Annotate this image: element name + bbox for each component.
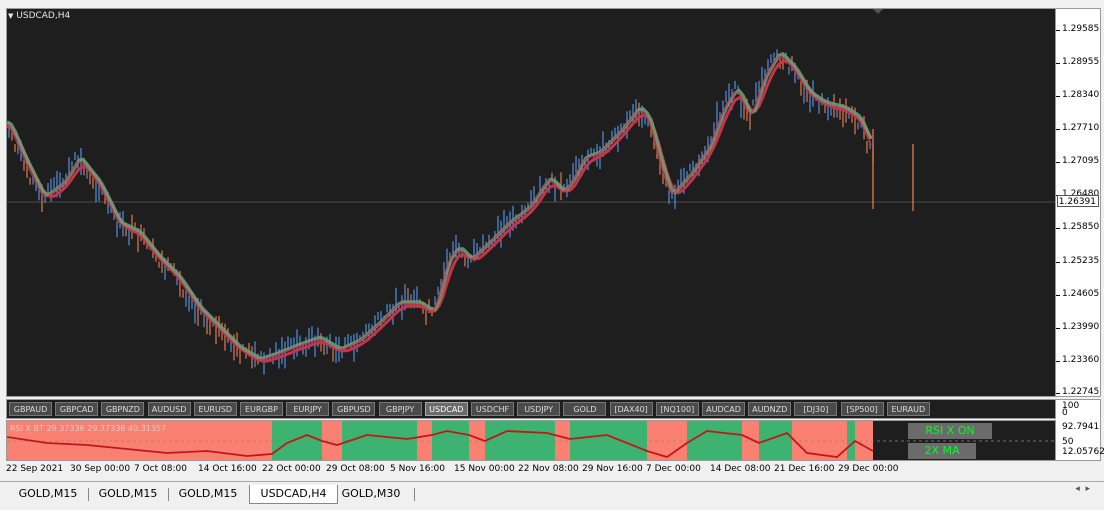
rsi-zone: [855, 421, 873, 460]
price-tick-label: 1.25235: [1062, 256, 1100, 266]
rsi-zone: [417, 421, 432, 460]
indicator-axis: 100 92.7941 50 12.05762 0: [1056, 399, 1104, 461]
rsi-zone: [847, 421, 855, 460]
rsi-zone: [742, 421, 759, 460]
rsi-zone: [432, 421, 469, 460]
symbol-button-audusd[interactable]: AUDUSD: [147, 402, 191, 416]
indicator-label: RSI X BT 29.37336 29.37336 40.31357: [10, 424, 167, 433]
symbol-button-audcad[interactable]: AUDCAD: [702, 402, 745, 416]
chart-tab[interactable]: USDCAD,H4: [249, 485, 338, 504]
price-tick-label: 1.27095: [1062, 156, 1100, 166]
price-tick-label: 1.29585: [1062, 24, 1100, 34]
price-chart-canvas[interactable]: [7, 9, 1055, 396]
price-tick-label: 1.27710: [1062, 123, 1100, 133]
time-tick-label: 30 Sep 00:00: [70, 464, 131, 474]
time-tick-label: 7 Oct 08:00: [134, 464, 187, 474]
price-tick-label: 1.28340: [1062, 90, 1100, 100]
indicator-axis-label: 50: [1062, 437, 1074, 447]
symbol-button-usdchf[interactable]: USDCHF: [471, 402, 514, 416]
triangle-down-icon[interactable]: ▼: [8, 12, 13, 20]
price-axis: 1.29585 1.28955 1.28340 1.27710 1.27095 1.264…: [1056, 8, 1101, 397]
arrow-left-icon[interactable]: ◂: [1075, 484, 1080, 494]
symbol-button-gbpcad[interactable]: GBPCAD: [55, 402, 99, 416]
price-tick: [1056, 30, 1060, 31]
time-tick-label: 22 Nov 08:00: [518, 464, 579, 474]
price-chart[interactable]: [6, 8, 1056, 397]
time-tick-label: 14 Oct 16:00: [198, 464, 257, 474]
symbol-button-gbpnzd[interactable]: GBPNZD: [101, 402, 145, 416]
time-tick-label: 15 Nov 00:00: [454, 464, 515, 474]
indicator-axis-label: 0: [1062, 408, 1068, 418]
indicator-axis-label: 12.05762: [1062, 447, 1104, 457]
rsi-zone: [555, 421, 570, 460]
chart-tab[interactable]: GOLD,M30: [336, 485, 406, 503]
chart-tabs-bar: GOLD,M15 GOLD,M15 GOLD,M15 USDCAD,H4 GOLD,M3…: [0, 481, 1104, 508]
symbol-button-gbpusd[interactable]: GBPUSD: [332, 402, 376, 416]
chart-tab[interactable]: GOLD,M15: [8, 485, 88, 503]
time-tick-label: 29 Nov 16:00: [582, 464, 643, 474]
price-tick-label: 1.24605: [1062, 289, 1100, 299]
chart-symbol-title: ▼ USDCAD,H4: [8, 11, 70, 21]
rsi-zone: [485, 421, 555, 460]
tab-scroll-arrows: ◂ ▸: [1075, 484, 1090, 494]
symbol-button-eurgbp[interactable]: EURGBP: [240, 402, 283, 416]
symbol-button-audnzd[interactable]: AUDNZD: [748, 402, 792, 416]
price-tick: [1056, 63, 1060, 64]
rsi-zone: [647, 421, 687, 460]
two-x-ma-button[interactable]: 2X MA: [908, 443, 976, 459]
symbol-button-euraud[interactable]: EURAUD: [886, 402, 930, 416]
symbol-button-dj30[interactable]: [DJ30]: [794, 402, 838, 416]
price-tick-label: 1.28955: [1062, 57, 1100, 67]
current-price-label: 1.26391: [1057, 195, 1099, 207]
price-tick: [1056, 393, 1060, 394]
rsi-zone: [570, 421, 647, 460]
symbol-switcher-bar: GBPAUD GBPCAD GBPNZD AUDUSD EURUSD EURGBP EURJ…: [6, 399, 1056, 419]
symbol-button-eurjpy[interactable]: EURJPY: [286, 402, 330, 416]
price-tick: [1056, 96, 1060, 97]
chart-shift-marker: [873, 9, 883, 14]
symbol-button-gold[interactable]: GOLD: [563, 402, 607, 416]
rsi-zone: [322, 421, 342, 460]
price-tick: [1056, 228, 1060, 229]
time-tick-label: 21 Dec 16:00: [774, 464, 835, 474]
time-tick-label: 22 Oct 00:00: [262, 464, 321, 474]
time-tick-label: 22 Sep 2021: [6, 464, 64, 474]
symbol-button-gbpjpy[interactable]: GBPJPY: [378, 402, 422, 416]
rsi-zone: [272, 421, 322, 460]
price-tick: [1056, 129, 1060, 130]
price-tick-label: 1.23360: [1062, 355, 1100, 365]
chart-tab[interactable]: GOLD,M15: [88, 485, 168, 503]
rsi-x-on-button[interactable]: RSI X ON: [908, 423, 992, 439]
symbol-button-usdjpy[interactable]: USDJPY: [517, 402, 561, 416]
symbol-button-dax40[interactable]: [DAX40]: [609, 402, 653, 416]
symbol-button-eurusd[interactable]: EURUSD: [193, 402, 237, 416]
tab-separator: [414, 488, 415, 501]
symbol-button-gbpaud[interactable]: GBPAUD: [9, 402, 52, 416]
price-tick: [1056, 295, 1060, 296]
price-tick: [1056, 162, 1060, 163]
price-tick: [1056, 361, 1060, 362]
symbol-button-sp500[interactable]: [SP500]: [840, 402, 884, 416]
arrow-right-icon[interactable]: ▸: [1085, 484, 1090, 494]
symbol-button-nq100[interactable]: [NQ100]: [655, 402, 699, 416]
symbol-title-text: USDCAD,H4: [16, 11, 71, 21]
indicator-axis-label: 92.7941: [1062, 422, 1100, 432]
price-tick: [1056, 328, 1060, 329]
time-tick-label: 14 Dec 08:00: [710, 464, 771, 474]
price-tick-label: 1.23990: [1062, 322, 1100, 332]
time-axis: 22 Sep 2021 30 Sep 00:00 7 Oct 08:00 14 Oct…: [0, 461, 1104, 479]
price-tick-label: 1.22745: [1062, 387, 1100, 397]
price-tick: [1056, 262, 1060, 263]
time-tick-label: 29 Oct 08:00: [326, 464, 385, 474]
time-tick-label: 5 Nov 16:00: [390, 464, 445, 474]
time-tick-label: 29 Dec 00:00: [838, 464, 899, 474]
chart-tab[interactable]: GOLD,M15: [168, 485, 248, 503]
rsi-zone: [687, 421, 742, 460]
price-tick-label: 1.25850: [1062, 222, 1100, 232]
symbol-button-usdcad[interactable]: USDCAD: [424, 402, 468, 416]
time-tick-label: 7 Dec 00:00: [646, 464, 701, 474]
